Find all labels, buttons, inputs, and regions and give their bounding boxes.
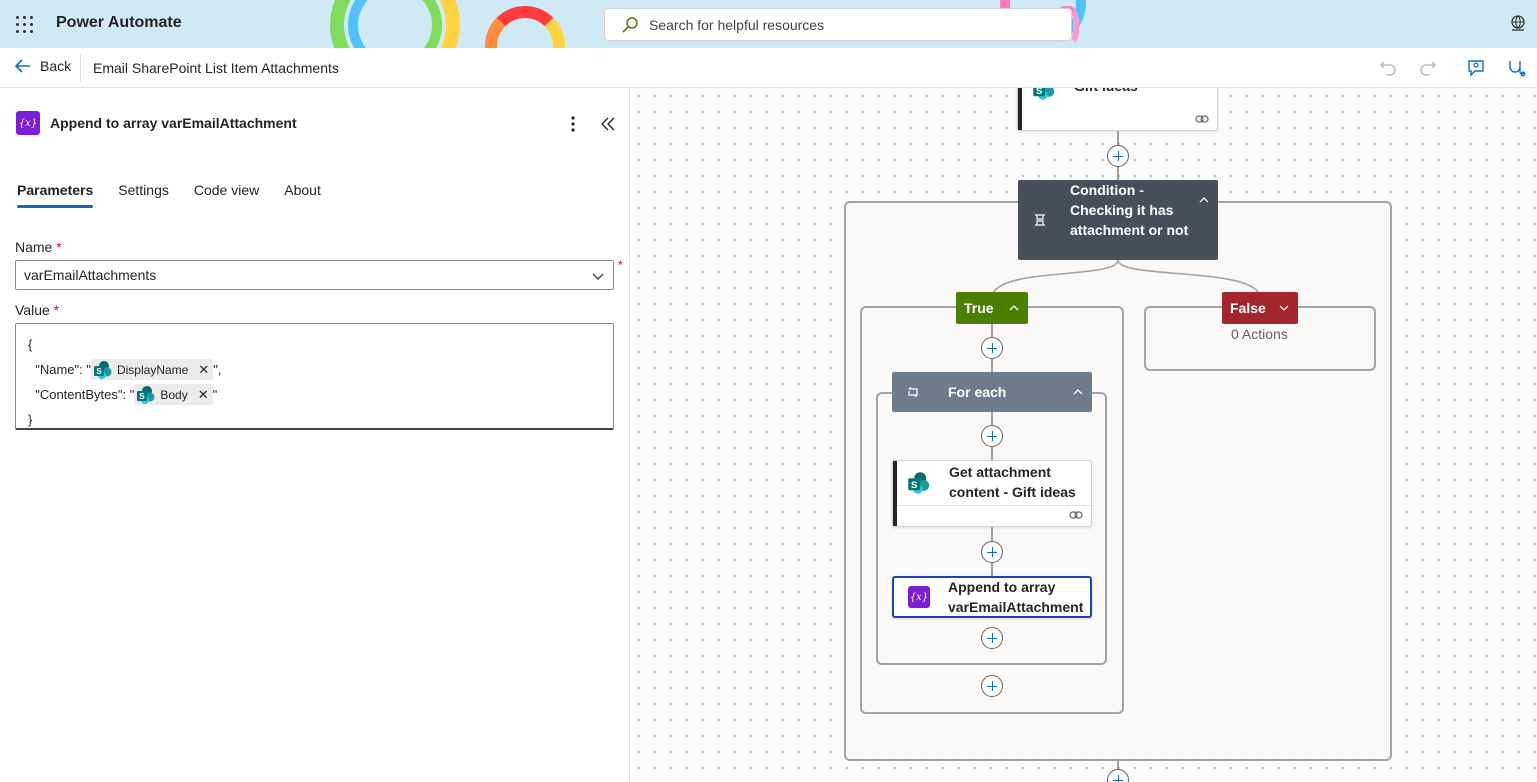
tab-about[interactable]: About xyxy=(284,182,321,208)
sharepoint-icon: S xyxy=(1033,88,1055,100)
condition-header[interactable]: Condition - Checking it has attachment o… xyxy=(1018,180,1218,260)
name-dropdown[interactable]: varEmailAttachments xyxy=(15,260,614,290)
card-divider xyxy=(897,505,1091,506)
card-accent xyxy=(893,461,897,526)
remove-token-icon[interactable]: ✕ xyxy=(198,387,209,403)
card-title: Append to array varEmailAttachment xyxy=(948,579,1084,615)
name-suffix-text: ", xyxy=(213,362,222,377)
panel-tabs: Parameters Settings Code view About xyxy=(17,182,321,208)
search-icon xyxy=(622,16,638,33)
loop-icon xyxy=(908,386,918,398)
remove-token-icon[interactable]: ✕ xyxy=(198,362,209,378)
tab-settings[interactable]: Settings xyxy=(118,182,169,208)
more-options-icon[interactable] xyxy=(563,114,583,134)
name-label-text: Name xyxy=(15,239,53,255)
code-line: { xyxy=(28,332,601,357)
token-label: DisplayName xyxy=(116,362,189,377)
chevron-up-icon[interactable] xyxy=(1008,302,1020,314)
dynamic-token-displayname[interactable]: S DisplayName ✕ xyxy=(90,359,214,380)
arrow-left-icon xyxy=(14,59,30,73)
add-step-button[interactable] xyxy=(981,337,1003,359)
add-step-button[interactable] xyxy=(981,425,1003,447)
name-field-label: Name * xyxy=(15,239,62,255)
card-accent xyxy=(1018,88,1022,130)
content-key-text: "ContentBytes": " xyxy=(28,387,135,402)
tab-code-view[interactable]: Code view xyxy=(194,182,259,208)
add-step-button[interactable] xyxy=(1107,145,1129,167)
card-title: Gift ideas xyxy=(1074,88,1138,96)
value-field-label: Value * xyxy=(15,302,59,318)
true-label: True xyxy=(964,300,994,316)
sharepoint-icon: S xyxy=(137,385,155,404)
value-label-text: Value xyxy=(15,302,50,318)
sharepoint-icon: S xyxy=(93,360,112,379)
link-icon xyxy=(1195,115,1209,123)
link-icon xyxy=(1069,511,1083,519)
false-label: False xyxy=(1230,300,1266,316)
flow-canvas[interactable]: S Gift ideas Condition - Checking it has… xyxy=(631,88,1537,782)
condition-title: Condition - Checking it has attachment o… xyxy=(1070,182,1189,238)
value-editor[interactable]: { "Name": " S DisplayName ✕ ", "ContentB… xyxy=(15,323,614,430)
add-step-button[interactable] xyxy=(1107,769,1129,782)
true-branch-header[interactable]: True xyxy=(956,292,1028,324)
name-key-text: "Name": " xyxy=(28,362,91,377)
code-line: } xyxy=(28,407,601,432)
content-suffix-text: " xyxy=(212,387,218,402)
panel-title[interactable]: Append to array varEmailAttachment xyxy=(50,115,297,131)
code-line: "Name": " S DisplayName ✕ ", xyxy=(28,357,601,382)
action-config-panel: {x} Append to array varEmailAttachment P… xyxy=(0,88,630,782)
card-title: Get attachment content - Gift ideas xyxy=(949,464,1076,500)
divider xyxy=(80,54,81,82)
environment-icon[interactable] xyxy=(1509,14,1527,32)
variable-icon: {x} xyxy=(908,586,930,608)
add-step-button[interactable] xyxy=(981,627,1003,649)
svg-text:S: S xyxy=(1036,88,1043,97)
add-step-button[interactable] xyxy=(981,675,1003,697)
chevron-up-icon[interactable] xyxy=(1072,386,1084,398)
action-card-gift-ideas[interactable]: S Gift ideas xyxy=(1017,88,1218,131)
top-bar: Power Automate xyxy=(0,0,1537,48)
tab-parameters[interactable]: Parameters xyxy=(17,182,94,208)
token-label: Body xyxy=(160,387,188,402)
required-indicator: * xyxy=(618,258,623,272)
chevron-down-icon xyxy=(592,273,604,280)
undo-icon[interactable] xyxy=(1378,58,1398,78)
back-label: Back xyxy=(40,58,72,74)
foreach-header[interactable]: For each xyxy=(892,372,1092,412)
action-card-get-attachment-content[interactable]: S Get attachment content - Gift ideas xyxy=(892,460,1092,527)
back-button[interactable]: Back xyxy=(14,58,71,74)
variable-icon: {x} xyxy=(16,111,40,135)
action-card-append-to-array[interactable]: {x} Append to array varEmailAttachment xyxy=(892,576,1092,618)
svg-text:S: S xyxy=(140,392,146,401)
command-bar: Back Email SharePoint List Item Attachme… xyxy=(0,48,1537,88)
required-mark: * xyxy=(53,302,60,318)
panel-header: {x} Append to array varEmailAttachment xyxy=(16,111,297,135)
feedback-icon[interactable] xyxy=(1466,58,1486,78)
app-launcher-icon[interactable] xyxy=(14,14,34,34)
add-step-button[interactable] xyxy=(981,541,1003,563)
search-input[interactable] xyxy=(649,16,1049,33)
false-actions-count: 0 Actions xyxy=(1231,326,1288,342)
chevron-down-icon[interactable] xyxy=(1278,302,1290,314)
collapse-panel-icon[interactable] xyxy=(598,114,618,134)
code-line: "ContentBytes": " S Body ✕ " xyxy=(28,382,601,407)
foreach-label: For each xyxy=(948,384,1007,400)
required-mark: * xyxy=(56,239,62,255)
search-box[interactable] xyxy=(604,8,1072,41)
false-branch-header[interactable]: False xyxy=(1222,292,1298,324)
brace-close: } xyxy=(28,412,33,427)
flow-checker-icon[interactable] xyxy=(1506,58,1526,78)
flow-name[interactable]: Email SharePoint List Item Attachments xyxy=(93,60,339,76)
chevron-up-icon[interactable] xyxy=(1198,194,1210,206)
condition-icon xyxy=(1035,214,1045,226)
sharepoint-icon: S xyxy=(908,472,930,494)
svg-text:S: S xyxy=(911,480,918,491)
app-title[interactable]: Power Automate xyxy=(56,14,182,32)
redo-icon[interactable] xyxy=(1418,58,1438,78)
name-dropdown-value: varEmailAttachments xyxy=(24,267,157,283)
svg-text:S: S xyxy=(96,367,102,376)
dynamic-token-body[interactable]: S Body ✕ xyxy=(134,384,213,405)
brace-open: { xyxy=(28,337,33,352)
